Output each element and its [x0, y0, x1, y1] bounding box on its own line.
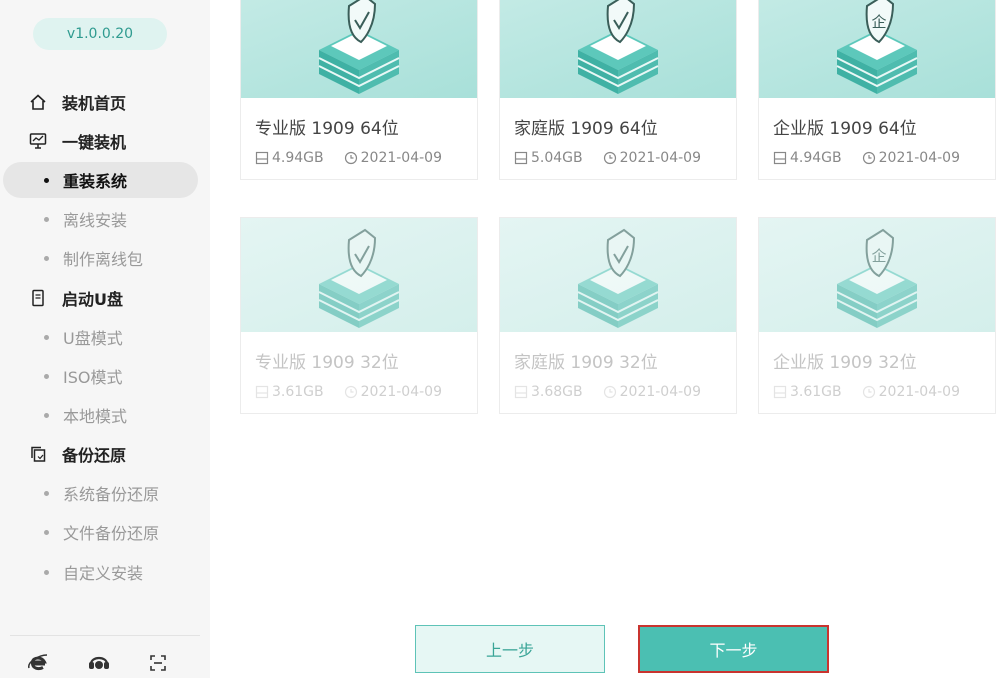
next-step-button[interactable]: 下一步	[638, 625, 829, 673]
system-card-size: 3.61GB	[790, 384, 842, 400]
system-card-meta: 5.04GB 2021-04-09	[514, 150, 701, 166]
system-card-enterprise-32[interactable]: 企 企业版 1909 32位 3.61GB 2021-04-09	[758, 217, 996, 414]
system-card-size: 3.68GB	[531, 384, 583, 400]
disk-icon	[514, 385, 528, 399]
disk-icon	[514, 151, 528, 165]
sidebar-footer	[0, 650, 210, 678]
bullet-icon	[44, 334, 49, 340]
scan-icon[interactable]	[145, 650, 171, 676]
system-card-size: 5.04GB	[531, 150, 583, 166]
sidebar-item-label: 本地模式	[63, 407, 128, 426]
bullet-icon	[44, 490, 49, 496]
sidebar-item-custom-install[interactable]: 自定义安装	[0, 554, 210, 590]
browser-icon[interactable]	[25, 650, 51, 676]
system-card-home-32[interactable]: 家庭版 1909 32位 3.68GB 2021-04-09	[499, 217, 737, 414]
system-card-meta: 3.61GB 2021-04-09	[773, 384, 960, 400]
system-card-date: 2021-04-09	[619, 384, 701, 400]
disk-icon	[255, 385, 269, 399]
sidebar-item-reinstall-system[interactable]: 重装系统	[3, 162, 198, 198]
clock-icon	[862, 151, 875, 165]
bullet-icon	[44, 177, 49, 183]
sidebar-item-label: 文件备份还原	[63, 524, 160, 543]
system-card-meta: 4.94GB 2021-04-09	[255, 150, 442, 166]
sidebar-item-label: 制作离线包	[63, 250, 144, 269]
clock-icon	[603, 151, 616, 165]
system-card-size: 4.94GB	[790, 150, 842, 166]
sidebar-item-label: 离线安装	[63, 211, 128, 230]
sidebar-item-label: 备份还原	[62, 446, 127, 465]
sidebar-item-label: 启动U盘	[62, 290, 123, 309]
sidebar-item-local-mode[interactable]: 本地模式	[0, 397, 210, 433]
sidebar-item-label: 重装系统	[63, 172, 128, 191]
sidebar-item-label: 自定义安装	[63, 564, 144, 583]
sidebar-item-system-backup[interactable]: 系统备份还原	[0, 475, 210, 511]
sidebar-item-label: 装机首页	[62, 94, 127, 113]
clock-icon	[344, 385, 357, 399]
usb-icon	[28, 288, 48, 308]
disk-icon	[255, 151, 269, 165]
bullet-icon	[44, 569, 49, 575]
system-card-size: 3.61GB	[272, 384, 324, 400]
enterprise-badge-text: 企	[871, 13, 886, 31]
enterprise-badge-text: 企	[871, 247, 886, 265]
system-thumbnail	[241, 0, 477, 98]
system-card-date: 2021-04-09	[878, 150, 960, 166]
sidebar: v1.0.0.20 装机首页 一键装机 重装系统 离线安装 制作离线包 启动U盘…	[0, 0, 210, 678]
sidebar-item-offline-install[interactable]: 离线安装	[0, 201, 210, 237]
system-thumbnail: 企	[759, 218, 995, 332]
system-card-title: 专业版 1909 64位	[255, 119, 399, 139]
bullet-icon	[44, 216, 49, 222]
bullet-icon	[44, 373, 49, 379]
bullet-icon	[44, 412, 49, 418]
system-card-meta: 3.61GB 2021-04-09	[255, 384, 442, 400]
sidebar-item-boot-usb[interactable]: 启动U盘	[0, 280, 210, 316]
sidebar-item-label: 一键装机	[62, 133, 127, 152]
system-card-title: 企业版 1909 32位	[773, 353, 917, 373]
sidebar-item-file-backup[interactable]: 文件备份还原	[0, 514, 210, 550]
system-thumbnail	[500, 0, 736, 98]
previous-step-button[interactable]: 上一步	[415, 625, 605, 673]
system-thumbnail: 企	[759, 0, 995, 98]
sidebar-item-label: 系统备份还原	[63, 485, 160, 504]
system-card-title: 家庭版 1909 32位	[514, 353, 658, 373]
sidebar-item-backup-restore[interactable]: 备份还原	[0, 436, 210, 472]
sidebar-item-iso-mode[interactable]: ISO模式	[0, 358, 210, 394]
clock-icon	[862, 385, 875, 399]
disk-icon	[773, 385, 787, 399]
clock-icon	[344, 151, 357, 165]
system-card-pro-32[interactable]: 专业版 1909 32位 3.61GB 2021-04-09	[240, 217, 478, 414]
sidebar-item-label: ISO模式	[63, 368, 123, 387]
system-card-pro-64[interactable]: 专业版 1909 64位 4.94GB 2021-04-09	[240, 0, 478, 180]
clock-icon	[603, 385, 616, 399]
system-card-meta: 3.68GB 2021-04-09	[514, 384, 701, 400]
system-card-meta: 4.94GB 2021-04-09	[773, 150, 960, 166]
system-card-enterprise-64[interactable]: 企 企业版 1909 64位 4.94GB 2021-04-09	[758, 0, 996, 180]
system-card-date: 2021-04-09	[619, 150, 701, 166]
sidebar-item-make-offline-package[interactable]: 制作离线包	[0, 240, 210, 276]
sidebar-item-label: U盘模式	[63, 329, 123, 348]
system-card-date: 2021-04-09	[878, 384, 960, 400]
sidebar-item-home[interactable]: 装机首页	[0, 84, 210, 120]
bullet-icon	[44, 529, 49, 535]
home-icon	[28, 92, 48, 112]
sidebar-item-usb-mode[interactable]: U盘模式	[0, 319, 210, 355]
system-thumbnail	[241, 218, 477, 332]
system-card-title: 专业版 1909 32位	[255, 353, 399, 373]
bullet-icon	[44, 255, 49, 261]
sidebar-divider	[10, 635, 200, 636]
monitor-icon	[28, 131, 48, 151]
version-badge: v1.0.0.20	[33, 18, 167, 50]
system-thumbnail	[500, 218, 736, 332]
system-card-date: 2021-04-09	[360, 384, 442, 400]
system-card-size: 4.94GB	[272, 150, 324, 166]
system-card-home-64[interactable]: 家庭版 1909 64位 5.04GB 2021-04-09	[499, 0, 737, 180]
support-icon[interactable]	[86, 650, 112, 676]
system-card-title: 企业版 1909 64位	[773, 119, 917, 139]
backup-icon	[28, 444, 48, 464]
disk-icon	[773, 151, 787, 165]
sidebar-item-one-click-install[interactable]: 一键装机	[0, 123, 210, 159]
system-card-title: 家庭版 1909 64位	[514, 119, 658, 139]
system-card-date: 2021-04-09	[360, 150, 442, 166]
